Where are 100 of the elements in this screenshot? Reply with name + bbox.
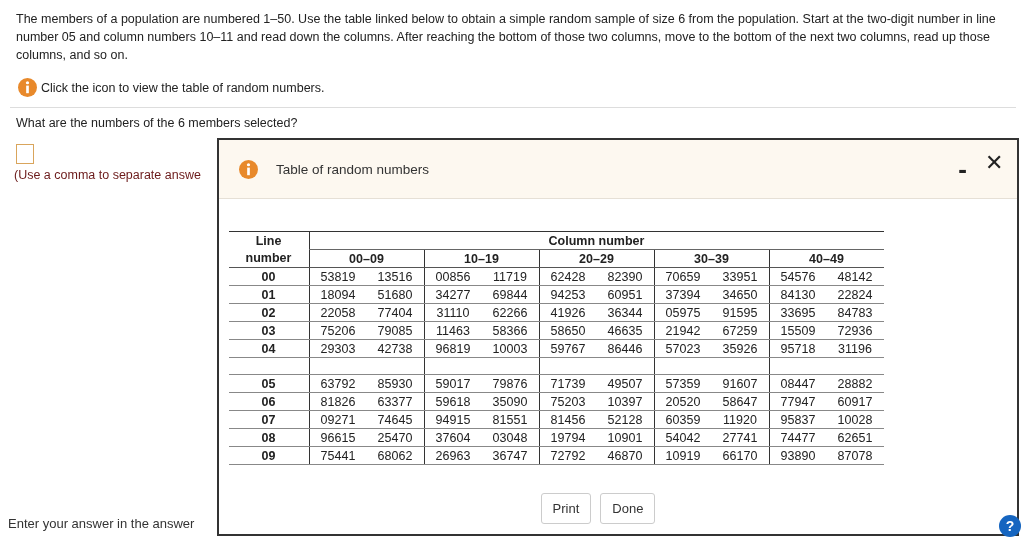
line-number: 01 — [228, 285, 309, 304]
table-cell: 28882 — [826, 374, 884, 393]
table-cell: 79876 — [481, 374, 539, 393]
line-number: 04 — [228, 339, 309, 358]
table-cell: 96615 — [309, 428, 367, 447]
table-cell: 60359 — [654, 410, 712, 429]
table-cell: 42738 — [366, 339, 424, 358]
table-cell: 62651 — [826, 428, 884, 447]
table-cell: 36344 — [596, 303, 654, 322]
line-number: 09 — [228, 446, 309, 465]
table-cell: 75441 — [309, 446, 367, 465]
table-cell: 63377 — [366, 392, 424, 411]
table-cell: 84130 — [769, 285, 827, 304]
table-cell: 15509 — [769, 321, 827, 340]
question-text: The members of a population are numbered 1–50. Use the table linked below to obtain a simple random sample of size 6 from the population. Start at the two-digit number in line number 05 and column numbers 10–11 and read down the columns. After reaching the bottom of those two columns, move to the bottom of the next two columns, read up those columns, and so on. — [15, 11, 997, 64]
table-cell: 69844 — [481, 285, 539, 304]
table-cell: 48142 — [826, 267, 884, 286]
table-cell: 31196 — [826, 339, 884, 358]
table-cell: 75206 — [309, 321, 367, 340]
table-cell: 26963 — [424, 446, 482, 465]
table-cell: 52128 — [596, 410, 654, 429]
table-cell: 37394 — [654, 285, 712, 304]
table-cell: 54576 — [769, 267, 827, 286]
table-cell: 91607 — [711, 374, 769, 393]
table-cell: 25470 — [366, 428, 424, 447]
table-cell: 10028 — [826, 410, 884, 429]
table-cell: 95837 — [769, 410, 827, 429]
line-number: 02 — [228, 303, 309, 322]
table-cell: 35926 — [711, 339, 769, 358]
column-header: number — [228, 249, 309, 268]
column-header: 30–39 — [654, 249, 769, 268]
minimize-button[interactable]: - — [958, 159, 967, 179]
table-cell: 09271 — [309, 410, 367, 429]
table-cell: 60951 — [596, 285, 654, 304]
table-cell: 95718 — [769, 339, 827, 358]
table-cell: 10397 — [596, 392, 654, 411]
table-cell: 74477 — [769, 428, 827, 447]
info-icon[interactable] — [18, 78, 37, 97]
table-cell: 57359 — [654, 374, 712, 393]
table-cell: 58650 — [539, 321, 597, 340]
table-cell: 58647 — [711, 392, 769, 411]
table-cell: 59618 — [424, 392, 482, 411]
table-cell: 74645 — [366, 410, 424, 429]
column-header: Line — [228, 231, 309, 250]
table-cell: 75203 — [539, 392, 597, 411]
table-cell: 03048 — [481, 428, 539, 447]
table-cell: 96819 — [424, 339, 482, 358]
table-cell: 79085 — [366, 321, 424, 340]
table-cell: 66170 — [711, 446, 769, 465]
table-cell: 00856 — [424, 267, 482, 286]
table-cell: 22824 — [826, 285, 884, 304]
table-cell: 36747 — [481, 446, 539, 465]
info-icon — [239, 159, 258, 179]
table-cell: 68062 — [366, 446, 424, 465]
table-cell: 46870 — [596, 446, 654, 465]
table-cell: 33695 — [769, 303, 827, 322]
close-button[interactable]: ✕ — [985, 150, 1003, 176]
column-header: 40–49 — [769, 249, 884, 268]
column-header: 20–29 — [539, 249, 654, 268]
table-cell: 08447 — [769, 374, 827, 393]
table-cell: 85930 — [366, 374, 424, 393]
table-cell: 21942 — [654, 321, 712, 340]
table-cell: 49507 — [596, 374, 654, 393]
column-header: 00–09 — [309, 249, 424, 268]
table-cell: 22058 — [309, 303, 367, 322]
table-cell: 84783 — [826, 303, 884, 322]
prompt-text: What are the numbers of the 6 members selected? — [16, 116, 299, 130]
table-cell: 51680 — [366, 285, 424, 304]
table-cell: 10003 — [481, 339, 539, 358]
table-cell: 29303 — [309, 339, 367, 358]
table-cell: 05975 — [654, 303, 712, 322]
table-cell: 86446 — [596, 339, 654, 358]
table-cell: 11463 — [424, 321, 482, 340]
answer-field[interactable] — [16, 144, 34, 164]
line-number: 06 — [228, 392, 309, 411]
table-cell: 87078 — [826, 446, 884, 465]
dialog-button[interactable]: Done — [600, 493, 656, 524]
table-cell: 94253 — [539, 285, 597, 304]
footer-text: Enter your answer in the answer — [8, 516, 195, 531]
table-cell: 37604 — [424, 428, 482, 447]
table-cell: 19794 — [539, 428, 597, 447]
table-cell: 60917 — [826, 392, 884, 411]
line-number: 05 — [228, 374, 309, 393]
table-cell: 81456 — [539, 410, 597, 429]
table-cell: 10901 — [596, 428, 654, 447]
table-cell: 34650 — [711, 285, 769, 304]
line-number: 08 — [228, 428, 309, 447]
table-cell: 94915 — [424, 410, 482, 429]
table-cell: 59017 — [424, 374, 482, 393]
table-cell: 35090 — [481, 392, 539, 411]
table-cell: 53819 — [309, 267, 367, 286]
answer-note: (Use a comma to separate answe — [14, 168, 202, 182]
table-cell: 27741 — [711, 428, 769, 447]
dialog-button[interactable]: Print — [540, 493, 592, 524]
table-cell: 67259 — [711, 321, 769, 340]
table-cell: 77947 — [769, 392, 827, 411]
table-cell: 91595 — [711, 303, 769, 322]
table-cell: 93890 — [769, 446, 827, 465]
table-cell: 11920 — [711, 410, 769, 429]
column-header: 10–19 — [424, 249, 539, 268]
